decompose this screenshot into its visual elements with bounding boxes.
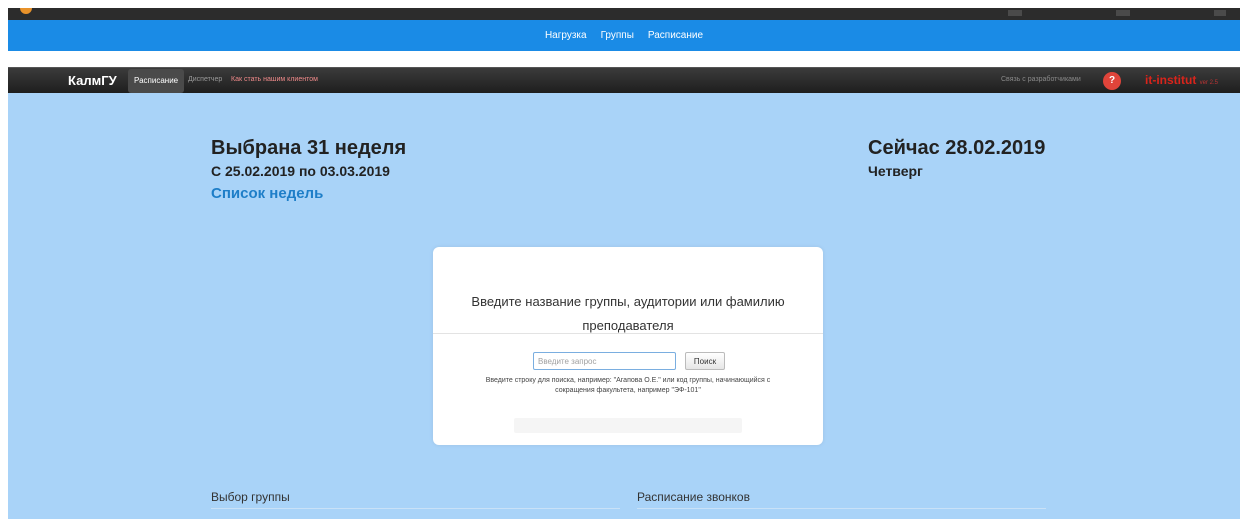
bell-schedule-heading: Расписание звонков xyxy=(637,490,750,504)
main-content: Выбрана 31 неделя С 25.02.2019 по 03.03.… xyxy=(8,93,1240,519)
nav-item-schedule[interactable]: Расписание xyxy=(128,69,185,93)
window-control-icon[interactable] xyxy=(1008,10,1022,16)
current-date: Сейчас 28.02.2019 xyxy=(868,137,1046,159)
logo-text: it-institut xyxy=(1145,73,1197,87)
spacer xyxy=(8,51,1240,67)
current-weekday: Четверг xyxy=(868,163,923,179)
os-title-strip xyxy=(8,8,1240,20)
divider xyxy=(211,508,620,509)
search-button[interactable]: Поиск xyxy=(685,352,725,370)
week-date-range: С 25.02.2019 по 03.03.2019 xyxy=(211,163,390,179)
week-list-link[interactable]: Список недель xyxy=(211,185,323,202)
top-nav-schedule[interactable]: Расписание xyxy=(648,30,703,41)
top-nav-groups[interactable]: Группы xyxy=(601,30,634,41)
search-card: Введите название группы, аудитории или ф… xyxy=(433,247,823,445)
it-institut-logo[interactable]: it-institut ver 2.5 xyxy=(1145,73,1218,87)
search-hint: Введите строку для поиска, например: "Аг… xyxy=(485,377,771,394)
selected-week-title: Выбрана 31 неделя xyxy=(211,137,407,159)
nav-item-become-client[interactable]: Как стать нашим клиентом xyxy=(231,76,318,83)
search-results-area xyxy=(514,418,742,433)
divider xyxy=(433,333,823,334)
top-nav-load[interactable]: Нагрузка xyxy=(545,30,587,41)
top-navigation: Нагрузка Группы Расписание xyxy=(8,20,1240,51)
main-navbar: КалмГУ Расписание Диспетчер Как стать на… xyxy=(8,67,1240,93)
contact-developers-link[interactable]: Связь с разработчиками xyxy=(1001,76,1081,83)
divider xyxy=(637,508,1046,509)
window-control-icon[interactable] xyxy=(1214,10,1226,16)
search-input[interactable] xyxy=(533,352,676,370)
app-icon xyxy=(20,8,32,14)
group-select-heading: Выбор группы xyxy=(211,490,290,504)
search-card-title: Введите название группы, аудитории или ф… xyxy=(471,294,785,333)
brand-logo[interactable]: КалмГУ xyxy=(68,73,117,88)
window-control-icon[interactable] xyxy=(1116,10,1130,16)
version-label: ver 2.5 xyxy=(1199,80,1219,86)
question-mark-icon[interactable]: ? xyxy=(1103,72,1121,90)
nav-item-dispatcher[interactable]: Диспетчер xyxy=(188,76,222,83)
